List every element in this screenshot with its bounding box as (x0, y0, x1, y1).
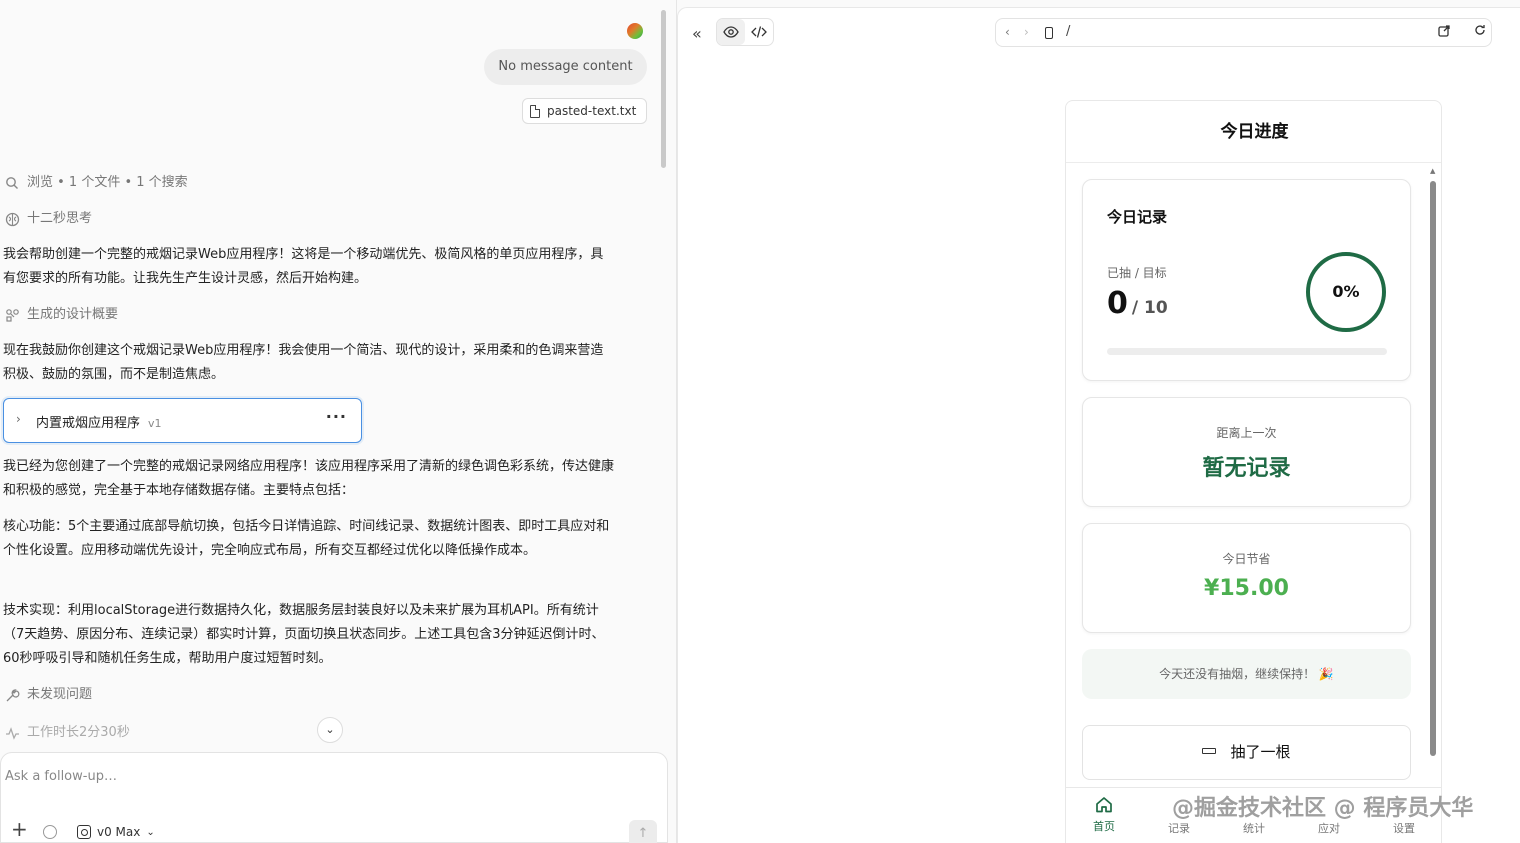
chevron-right-icon: › (16, 412, 21, 426)
artifact-title-text: 内置戒烟应用程序 (36, 416, 141, 431)
encouragement-note: 今天还没有抽烟，继续保持！ 🎉 (1082, 649, 1411, 699)
savings-label: 今日节省 (1222, 552, 1271, 566)
design-step-label: 生成的设计概要 (27, 307, 119, 322)
forward-icon[interactable]: › (1024, 25, 1029, 39)
activity-icon (4, 725, 20, 741)
artifact-version: v1 (148, 417, 162, 430)
view-toggle (716, 18, 774, 46)
savings-card: 今日节省 ¥15.00 (1082, 523, 1411, 633)
device-icon[interactable] (1045, 27, 1053, 39)
file-icon (530, 105, 540, 118)
progress-ring: 0% (1306, 252, 1386, 332)
back-icon[interactable]: ‹ (1005, 25, 1010, 39)
user-avatar[interactable] (627, 23, 643, 39)
scroll-down-button[interactable]: ⌄ (317, 717, 343, 743)
smoke-one-button[interactable]: 抽了一根 (1082, 725, 1411, 780)
preview-url-bar: ‹ › / (995, 18, 1492, 47)
design-step[interactable]: 生成的设计概要 (4, 306, 118, 324)
tab-stats-label: 统计 (1243, 822, 1265, 835)
search-icon (4, 175, 20, 191)
scroll-up-icon[interactable]: ▲ (1430, 167, 1435, 175)
model-icon (77, 825, 91, 839)
wrench-icon (4, 687, 20, 703)
chevron-down-icon: ⌄ (146, 826, 155, 838)
tab-records[interactable]: 记录 (1149, 820, 1209, 836)
since-last-card: 距离上一次 暂无记录 (1082, 397, 1411, 507)
app-preview: 今日进度 ▲ 今日记录 已抽 / 目标 0/ 10 0% 距离上一次 暂无记录 … (1065, 100, 1442, 843)
no-issues-label: 未发现问题 (27, 687, 93, 702)
count-label: 已抽 / 目标 (1107, 266, 1167, 280)
eye-icon (723, 26, 739, 38)
chevron-down-icon: ⌄ (325, 723, 335, 736)
model-selector[interactable]: v0 Max ⌄ (77, 825, 155, 839)
collapse-panel-icon[interactable]: « (692, 24, 702, 43)
tab-home[interactable]: 首页 (1074, 796, 1134, 834)
assistant-paragraph-4: 核心功能：5个主要通过底部导航切换，包括今日详情追踪、时间线记录、数据统计图表、… (3, 519, 610, 558)
assistant-paragraph-5: 技术实现：利用localStorage进行数据持久化，数据服务层封装良好以及未来… (3, 603, 605, 666)
tab-records-label: 记录 (1168, 822, 1190, 835)
more-options-icon[interactable]: ··· (326, 407, 347, 426)
artifact-card[interactable]: › 内置戒烟应用程序 v1 ··· (3, 398, 362, 443)
since-last-label: 距离上一次 (1216, 426, 1277, 440)
arrow-up-icon: ↑ (637, 826, 649, 841)
count-value: 0/ 10 (1107, 284, 1168, 328)
browse-step[interactable]: 浏览 • 1 个文件 • 1 个搜索 (4, 174, 188, 192)
tab-stats[interactable]: 统计 (1224, 820, 1284, 836)
tab-home-label: 首页 (1093, 820, 1115, 833)
open-external-icon[interactable] (1438, 25, 1450, 40)
plus-icon[interactable]: + (11, 819, 28, 839)
tab-settings[interactable]: 设置 (1374, 820, 1434, 836)
chat-scrollbar[interactable] (661, 10, 666, 168)
app-scrollbar[interactable] (1430, 181, 1436, 756)
model-name: v0 Max (97, 825, 141, 839)
today-card-title: 今日记录 (1107, 208, 1168, 226)
design-icon (4, 307, 20, 323)
preview-toggle[interactable] (717, 19, 745, 45)
no-issues-step[interactable]: 未发现问题 (4, 686, 92, 704)
progress-bar (1107, 348, 1387, 355)
work-time-label: 工作时长2分30秒 (27, 725, 130, 740)
cigarette-icon (1202, 747, 1217, 754)
savings-value: ¥15.00 (1204, 576, 1289, 601)
tab-cope[interactable]: 应对 (1299, 820, 1359, 836)
app-header-title: 今日进度 (1066, 101, 1441, 163)
assistant-paragraph-3: 我已经为您创建了一个完整的戒烟记录网络应用程序！该应用程序采用了清新的绿色调色彩… (3, 459, 615, 498)
since-last-value: 暂无记录 (1202, 456, 1291, 481)
tab-cope-label: 应对 (1318, 822, 1340, 835)
work-time-step: 工作时长2分30秒 (4, 724, 130, 742)
brain-icon (4, 211, 20, 227)
thinking-step[interactable]: 十二秒思考 (4, 210, 92, 228)
thinking-step-label: 十二秒思考 (27, 211, 93, 226)
chat-pane: No message content pasted-text.txt 浏览 • … (0, 0, 670, 843)
followup-input[interactable]: Ask a follow-up… (5, 769, 117, 784)
today-record-card: 今日记录 已抽 / 目标 0/ 10 0% (1082, 179, 1411, 381)
attachment-name: pasted-text.txt (547, 104, 637, 118)
send-button[interactable]: ↑ (629, 820, 657, 843)
smoke-one-label: 抽了一根 (1230, 743, 1291, 761)
refresh-icon[interactable] (1474, 24, 1486, 40)
tab-settings-label: 设置 (1393, 822, 1415, 835)
history-icon[interactable] (43, 825, 57, 839)
assistant-paragraph-2: 现在我鼓励你创建这个戒烟记录Web应用程序！我会使用一个简洁、现代的设计，采用柔… (3, 343, 604, 382)
code-toggle[interactable] (745, 19, 773, 45)
browse-step-label: 浏览 • 1 个文件 • 1 个搜索 (27, 175, 188, 190)
composer: Ask a follow-up… + v0 Max ⌄ ↑ (0, 752, 668, 843)
home-icon (1095, 796, 1113, 813)
attachment-chip[interactable]: pasted-text.txt (522, 98, 647, 124)
smoked-count: 0 (1107, 286, 1128, 321)
url-path[interactable]: / (1066, 24, 1070, 39)
assistant-paragraph-1: 我会帮助创建一个完整的戒烟记录Web应用程序！这将是一个移动端优先、极简风格的单… (3, 247, 604, 286)
code-icon (751, 26, 767, 38)
watermark: @掘金技术社区 @ 程序员大华 (1172, 796, 1474, 821)
user-message-bubble: No message content (484, 49, 647, 85)
goal-count: / 10 (1131, 298, 1168, 318)
artifact-title: 内置戒烟应用程序 v1 (36, 412, 162, 431)
